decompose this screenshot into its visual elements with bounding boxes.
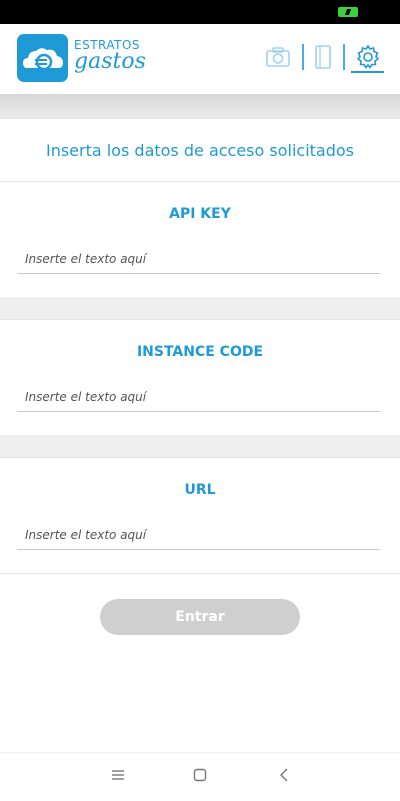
gear-icon[interactable]: [355, 44, 381, 74]
api-key-label: API KEY: [169, 206, 231, 222]
url-section: [0, 457, 400, 574]
url-label: URL: [184, 482, 216, 498]
instance-code-input[interactable]: [17, 382, 380, 412]
battery-icon: [338, 7, 358, 17]
instance-code-section: [0, 319, 400, 436]
submit-button[interactable]: Entrar: [100, 599, 300, 635]
app-header: ESTRATOS gastos: [0, 24, 400, 94]
section-gap: [0, 297, 400, 319]
active-tab-indicator: [351, 71, 384, 73]
back-icon[interactable]: [276, 767, 292, 787]
url-input[interactable]: [17, 520, 380, 550]
header-divider: [302, 44, 304, 70]
logo-text-bottom: gastos: [74, 49, 146, 74]
instruction-text: Inserta los datos de acceso solicitados: [45, 141, 355, 160]
system-nav-bar: [0, 752, 400, 801]
header-divider: [343, 44, 345, 70]
document-icon[interactable]: [312, 44, 334, 74]
logo-icon: [17, 34, 68, 82]
camera-icon[interactable]: [265, 44, 291, 74]
home-icon[interactable]: [192, 767, 208, 787]
instance-code-label: INSTANCE CODE: [136, 344, 264, 360]
menu-icon[interactable]: [110, 767, 126, 787]
header-shadow: [0, 94, 400, 118]
status-bar: [0, 0, 400, 24]
section-gap: [0, 435, 400, 457]
api-key-input[interactable]: [17, 244, 380, 274]
api-key-section: [0, 181, 400, 298]
